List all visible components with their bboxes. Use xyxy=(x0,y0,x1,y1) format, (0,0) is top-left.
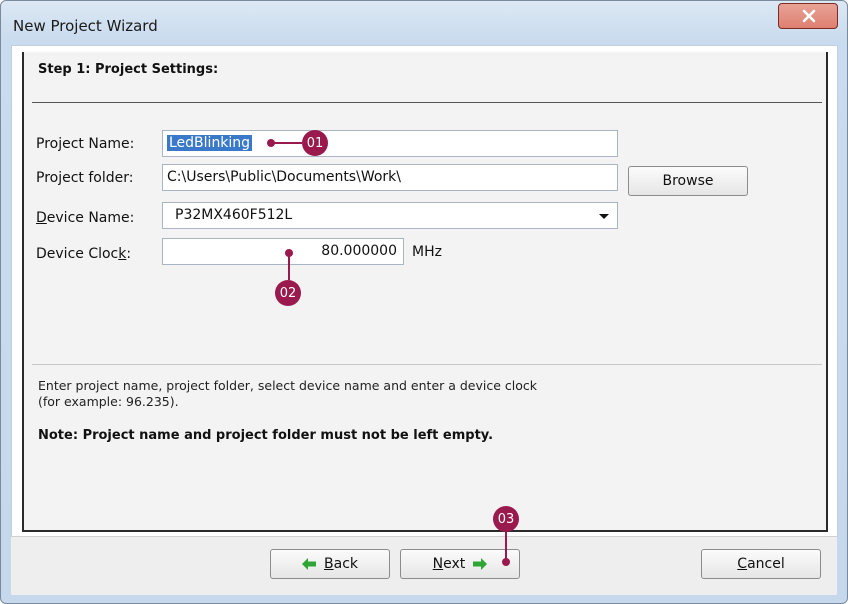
description-line-1: Enter project name, project folder, sele… xyxy=(38,378,538,393)
back-button[interactable]: Back xyxy=(270,549,390,579)
device-clock-input[interactable]: 80.000000 xyxy=(162,238,404,265)
settings-panel: Step 1: Project Settings: Project Name: … xyxy=(22,52,828,532)
marker-03: 03 xyxy=(493,506,519,532)
green-arrow-right-icon xyxy=(473,558,488,570)
marker-02: 02 xyxy=(275,280,301,306)
device-name-label-rest: evice Name: xyxy=(46,210,135,226)
close-button[interactable] xyxy=(778,3,838,29)
marker-01: 01 xyxy=(302,130,328,156)
cancel-button[interactable]: Cancel xyxy=(701,549,821,579)
back-label-rest: ack xyxy=(333,556,358,572)
green-arrow-left-icon xyxy=(302,558,316,570)
content-panel: Step 1: Project Settings: Project Name: … xyxy=(11,45,838,537)
chevron-down-icon[interactable] xyxy=(599,214,609,219)
marker-03-leader xyxy=(505,532,507,560)
step-title: Step 1: Project Settings: xyxy=(38,62,219,77)
marker-02-leader xyxy=(288,254,290,280)
marker-03-anchor xyxy=(502,558,510,566)
project-folder-value: C:\Users\Public\Documents\Work\ xyxy=(167,169,401,185)
next-access-key: N xyxy=(432,556,444,572)
project-name-value: LedBlinking xyxy=(167,135,253,151)
description-text: Enter project name, project folder, sele… xyxy=(38,378,537,410)
header-divider xyxy=(32,102,822,103)
cancel-access-key: C xyxy=(737,556,748,572)
device-clock-label-pre: Device Cloc xyxy=(36,246,119,262)
project-name-input[interactable]: LedBlinking xyxy=(162,130,618,157)
description-line-2: (for example: 96.235). xyxy=(38,394,179,409)
next-label-rest: ext xyxy=(443,556,466,572)
wizard-window: New Project Wizard Step 1: Project Setti… xyxy=(0,0,848,604)
back-access-key: B xyxy=(324,556,334,572)
close-icon xyxy=(802,9,816,23)
browse-button-label: Browse xyxy=(662,173,714,189)
browse-button[interactable]: Browse xyxy=(628,166,748,196)
window-title: New Project Wizard xyxy=(13,17,158,35)
project-folder-input[interactable]: C:\Users\Public\Documents\Work\ xyxy=(162,164,618,191)
note-text: Note: Project name and project folder mu… xyxy=(38,428,494,443)
device-name-label: Device Name: xyxy=(36,210,134,226)
device-clock-value: 80.000000 xyxy=(321,243,397,259)
project-name-label: Project Name: xyxy=(36,136,135,152)
cancel-label-rest: ancel xyxy=(747,556,785,572)
device-name-select[interactable]: P32MX460F512L xyxy=(162,202,618,229)
back-button-label: Back xyxy=(324,556,358,572)
device-name-value: P32MX460F512L xyxy=(175,207,293,223)
device-clock-label-post: : xyxy=(126,246,132,262)
button-bar: Back Next Cancel xyxy=(11,536,837,595)
project-folder-label: Project folder: xyxy=(36,170,134,186)
device-clock-unit: MHz xyxy=(412,244,442,260)
device-name-label-access-key: D xyxy=(36,210,47,226)
cancel-button-label: Cancel xyxy=(737,556,784,572)
device-clock-label: Device Clock: xyxy=(36,246,131,262)
marker-01-leader xyxy=(272,142,302,144)
section-divider xyxy=(32,364,822,365)
next-button-label: Next xyxy=(433,556,466,572)
